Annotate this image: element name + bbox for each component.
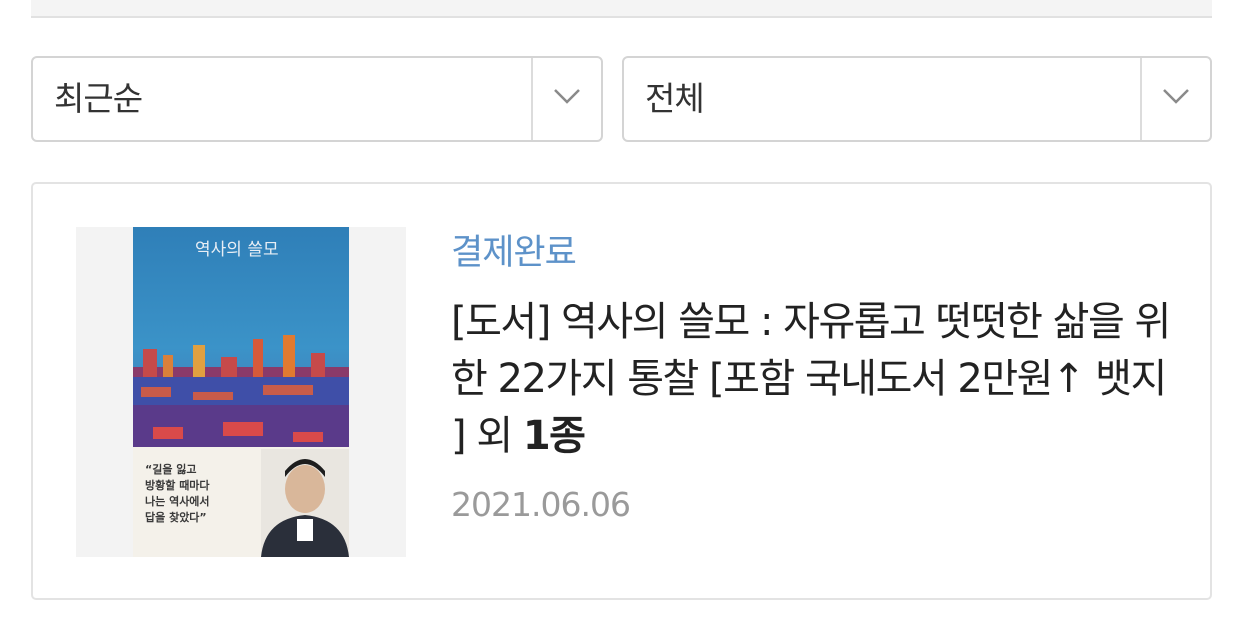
category-select[interactable]: 전체 [622,56,1212,142]
category-select-toggle[interactable] [1140,58,1210,140]
sort-select-toggle[interactable] [531,58,601,140]
book-cover-thumbnail[interactable]: 역사의 쓸모 “길을 잃고 방황할 때마다 나는 역사에서 답을 찾았다” [76,227,406,557]
payment-status: 결제완료 [451,233,577,273]
order-date: 2021.06.06 [451,485,631,524]
svg-text:역사의 쓸모: 역사의 쓸모 [195,240,279,260]
svg-text:방황할 때마다: 방황할 때마다 [145,478,210,492]
chevron-down-icon [1163,89,1189,104]
chevron-down-icon [554,89,580,104]
order-card[interactable]: 역사의 쓸모 “길을 잃고 방황할 때마다 나는 역사에서 답을 찾았다” 결제… [31,182,1212,600]
svg-text:답을 찾았다”: 답을 찾았다” [145,510,207,524]
order-info: 결제완료 [도서] 역사의 쓸모 : 자유롭고 떳떳한 삶을 위한 22가지 통… [451,224,1181,524]
top-divider [31,0,1212,18]
book-cover-image: 역사의 쓸모 “길을 잃고 방황할 때마다 나는 역사에서 답을 찾았다” [133,227,349,557]
category-select-value: 전체 [645,79,705,118]
svg-text:“길을 잃고: “길을 잃고 [145,462,197,476]
sort-select[interactable]: 최근순 [31,56,603,142]
order-title[interactable]: [도서] 역사의 쓸모 : 자유롭고 떳떳한 삶을 위한 22가지 통찰 [포함… [451,294,1181,465]
svg-text:나는 역사에서: 나는 역사에서 [145,494,210,508]
item-count: 1종 [522,413,586,459]
sort-select-value: 최근순 [54,79,143,118]
